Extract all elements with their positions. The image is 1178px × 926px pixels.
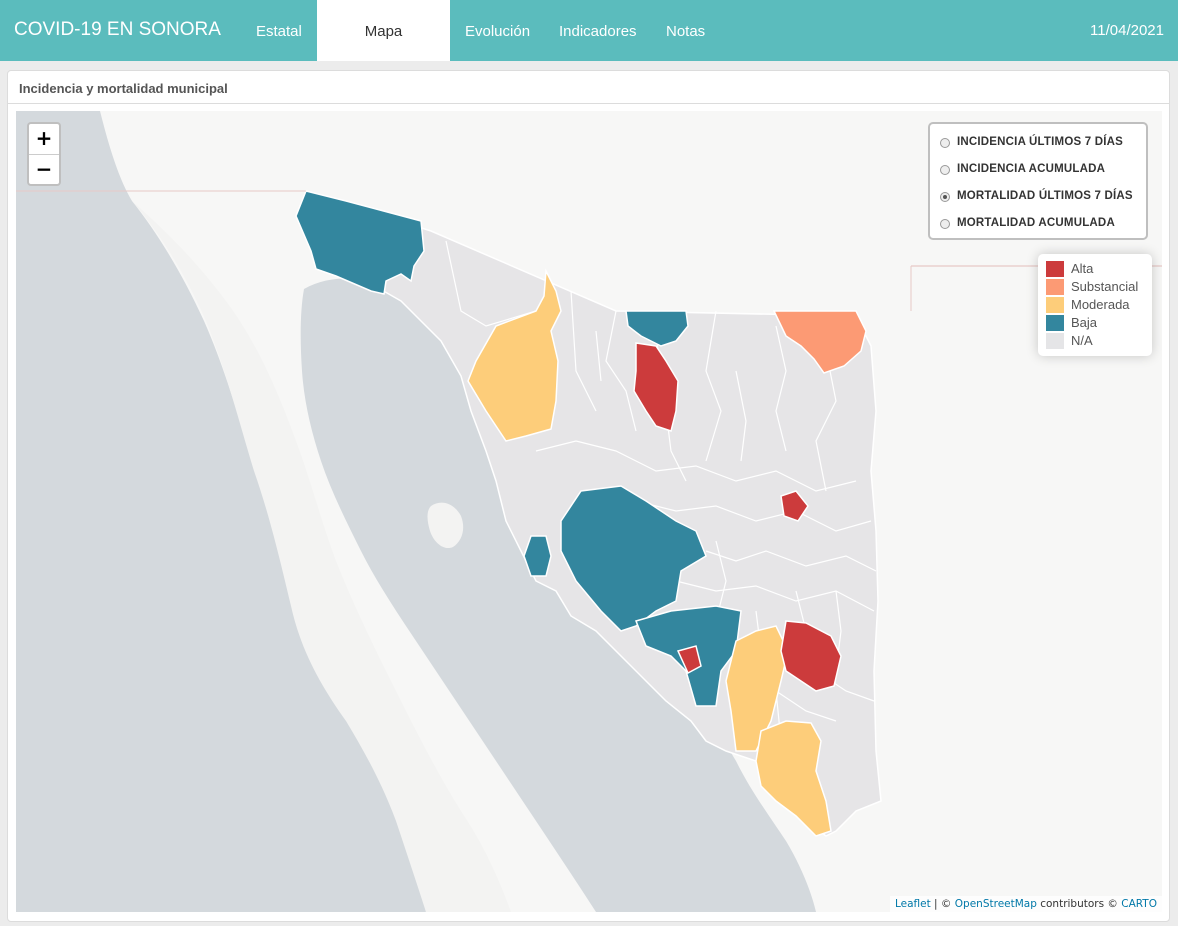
tab-indicadores[interactable]: Indicadores [544, 0, 652, 61]
card-title: Incidencia y mortalidad municipal [19, 81, 228, 96]
radio-incidencia-7-dias[interactable] [940, 138, 950, 148]
layer-label: INCIDENCIA ÚLTIMOS 7 DÍAS [957, 136, 1124, 148]
legend-label: Moderada [1071, 297, 1130, 312]
carto-link[interactable]: CARTO [1121, 898, 1157, 910]
layer-label: INCIDENCIA ACUMULADA [957, 163, 1106, 175]
tab-mapa-municipal[interactable]: Mapa municipal [317, 0, 450, 103]
map-legend: Alta Substancial Moderada Baja N/A [1038, 254, 1152, 356]
map-attribution: Leaflet | © OpenStreetMap contributors ©… [889, 896, 1162, 912]
layer-label: MORTALIDAD ÚLTIMOS 7 DÍAS [957, 190, 1133, 202]
legend-swatch [1046, 297, 1064, 313]
attribution-sep: | © [930, 898, 955, 910]
zoom-out-button[interactable]: − [29, 155, 59, 185]
navbar: COVID-19 EN SONORA Estatal Mapa municipa… [0, 0, 1178, 103]
legend-label: Baja [1071, 315, 1098, 330]
radio-mortalidad-acumulada[interactable] [940, 219, 950, 229]
card-divider [8, 103, 1169, 104]
zoom-control: + − [27, 122, 61, 186]
app-brand[interactable]: COVID-19 EN SONORA [14, 19, 221, 41]
update-date: 11/04/2021 [1090, 22, 1164, 39]
legend-swatch [1046, 333, 1064, 349]
zoom-in-button[interactable]: + [29, 124, 59, 155]
tab-estatal[interactable]: Estatal [241, 0, 317, 61]
tab-evolucion[interactable]: Evolución [450, 0, 545, 61]
legend-label: Substancial [1071, 279, 1139, 294]
legend-swatch [1046, 315, 1064, 331]
layer-control: INCIDENCIA ÚLTIMOS 7 DÍAS INCIDENCIA ACU… [928, 122, 1148, 240]
attribution-contributors: contributors © [1036, 898, 1122, 910]
radio-incidencia-acumulada[interactable] [940, 165, 950, 175]
osm-link[interactable]: OpenStreetMap [955, 898, 1037, 910]
legend-label: Alta [1071, 261, 1094, 276]
layer-label: MORTALIDAD ACUMULADA [957, 217, 1115, 229]
radio-mortalidad-7-dias[interactable] [940, 192, 950, 202]
tab-notas[interactable]: Notas [651, 0, 720, 61]
legend-swatch [1046, 279, 1064, 295]
leaflet-link[interactable]: Leaflet [895, 898, 931, 910]
map-container[interactable]: + − INCIDENCIA ÚLTIMOS 7 DÍAS INCIDENCIA… [16, 111, 1162, 912]
legend-swatch [1046, 261, 1064, 277]
legend-label: N/A [1071, 333, 1093, 348]
